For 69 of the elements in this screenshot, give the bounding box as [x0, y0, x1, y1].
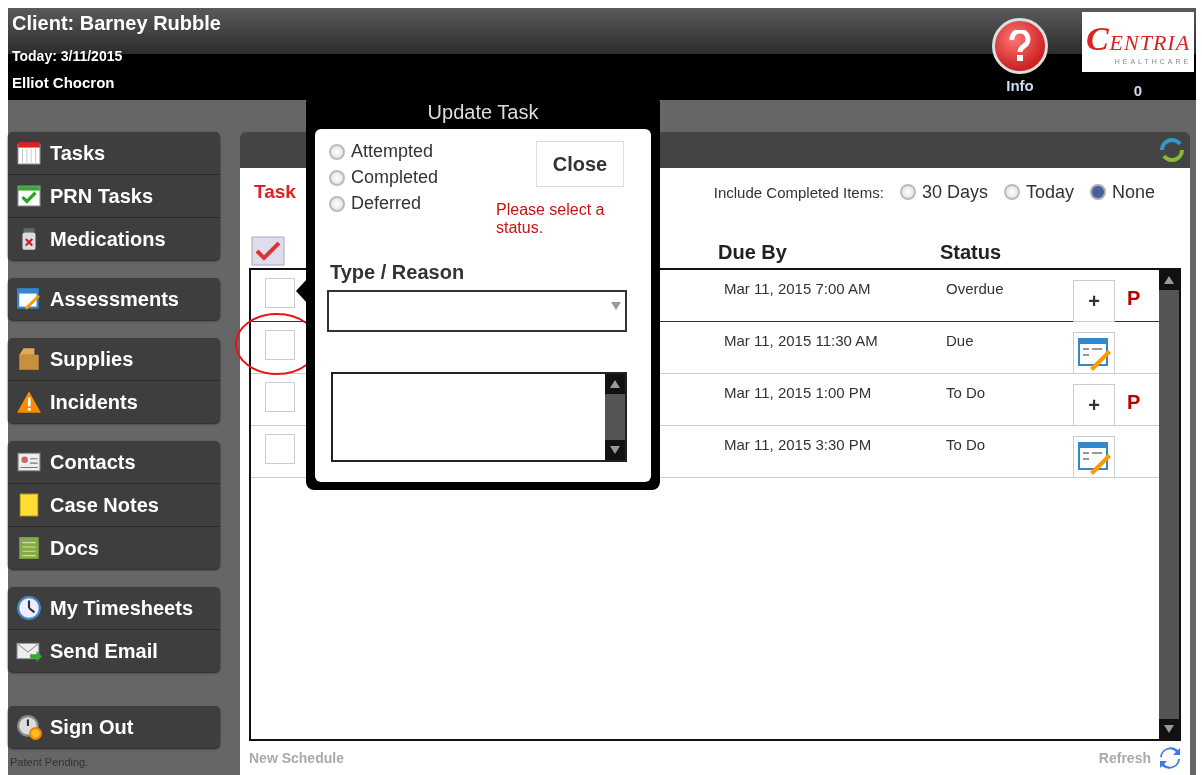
scrollbar[interactable]	[1159, 270, 1179, 739]
sync-icon[interactable]	[1158, 136, 1186, 164]
today-date: Today: 3/11/2015	[12, 48, 124, 66]
row-checkbox[interactable]	[265, 330, 295, 360]
count-label: 0	[1133, 82, 1143, 99]
row-checkbox[interactable]	[265, 382, 295, 412]
nav-item[interactable]: Assessments	[8, 278, 220, 320]
status-cell-text: Overdue	[946, 279, 1005, 299]
radio-option[interactable]: None	[1089, 181, 1155, 203]
due-date-cell-text: Mar 11, 2015 7:00 AM	[724, 279, 872, 299]
form-pencil-icon[interactable]	[1073, 332, 1115, 374]
type-reason-label: Type / Reason	[330, 261, 466, 284]
panel-title: Task	[254, 181, 296, 203]
due-date-cell-text: Mar 11, 2015 3:30 PM	[724, 435, 873, 455]
nav-item[interactable]: Contacts	[8, 441, 220, 484]
status-cell-text: Due	[946, 331, 975, 351]
flag-letter: P	[1126, 286, 1142, 311]
nav-item[interactable]: Tasks	[8, 132, 220, 175]
add-button[interactable]: +	[1073, 384, 1115, 426]
scroll-up-icon[interactable]	[1164, 276, 1174, 284]
radio-option[interactable]: Today	[1003, 181, 1074, 203]
user-name: Elliot Chocron	[12, 74, 116, 91]
form-pencil-icon	[16, 286, 42, 312]
due-date-cell-text: Mar 11, 2015 1:00 PM	[724, 383, 873, 403]
close-button[interactable]: Close	[536, 141, 624, 187]
column-header: Due By	[718, 241, 788, 265]
type-reason-dropdown[interactable]	[327, 290, 627, 332]
nav-item[interactable]: Supplies	[8, 338, 220, 381]
radio-option[interactable]: Completed	[329, 167, 439, 188]
flag-letter: P	[1126, 390, 1142, 415]
caret-icon	[611, 302, 621, 310]
clock-icon	[16, 595, 42, 621]
nav-item[interactable]: PRN Tasks	[8, 175, 220, 218]
status-cell-text: To Do	[946, 383, 987, 403]
scroll-up-icon[interactable]	[610, 380, 620, 388]
status-cell-text: To Do	[946, 435, 987, 455]
scroll-down-icon[interactable]	[1164, 725, 1174, 733]
nav-item[interactable]: Case Notes	[8, 484, 220, 527]
nav-item[interactable]: Medications	[8, 218, 220, 260]
client-name: Client: Barney Rubble	[12, 12, 221, 36]
nav-item[interactable]: Sign Out	[8, 706, 220, 748]
radio-option[interactable]: Deferred	[329, 193, 439, 214]
calendar-icon	[16, 140, 42, 166]
dialog-title: Update Task	[426, 100, 540, 125]
nav-item[interactable]: Incidents	[8, 381, 220, 423]
notes-textarea[interactable]	[331, 372, 627, 462]
help-icon[interactable]	[992, 18, 1048, 74]
box-icon	[16, 346, 42, 372]
check-all-icon[interactable]	[251, 236, 285, 266]
checked-calendar-icon	[16, 183, 42, 209]
row-checkbox[interactable]	[265, 278, 295, 308]
add-button[interactable]: +	[1073, 280, 1115, 322]
row-checkbox[interactable]	[265, 434, 295, 464]
due-date-cell-text: Mar 11, 2015 11:30 AM	[724, 331, 879, 351]
scroll-down-icon[interactable]	[610, 446, 620, 454]
warning-icon	[16, 389, 42, 415]
info-label: Info	[1006, 77, 1034, 94]
radio-option[interactable]: 30 Days	[899, 181, 988, 203]
nav-item[interactable]: My Timesheets	[8, 587, 220, 630]
column-header: Status	[940, 241, 1003, 265]
form-pencil-icon[interactable]	[1073, 436, 1115, 478]
nav-item[interactable]: Docs	[8, 527, 220, 569]
clock-gear-icon	[16, 714, 42, 740]
radio-option[interactable]: Attempted	[329, 141, 439, 162]
refresh-icon[interactable]	[1159, 746, 1181, 770]
document-icon	[16, 535, 42, 561]
filter-label: Include Completed Items:	[713, 183, 884, 201]
nav-item[interactable]: Send Email	[8, 630, 220, 672]
error-message: Please select a status.	[496, 201, 606, 237]
